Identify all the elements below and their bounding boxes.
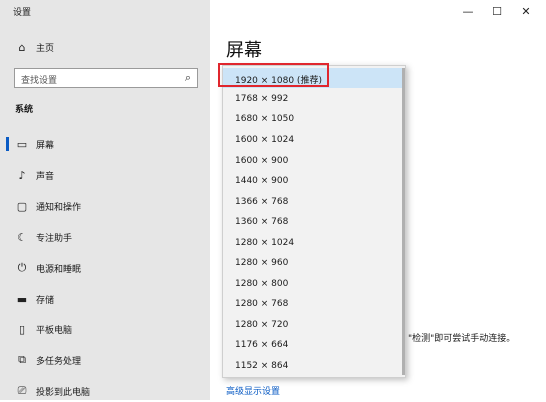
selection-indicator	[6, 137, 9, 151]
resolution-option[interactable]: 1600 × 900	[223, 151, 405, 171]
resolution-dropdown-list[interactable]: 1920 × 1080 (推荐) 1768 × 992 1680 × 1050 …	[222, 65, 406, 378]
maximize-icon[interactable]: ☐	[482, 2, 512, 20]
resolution-option[interactable]: 1176 × 664	[223, 335, 405, 355]
close-icon[interactable]: ✕	[511, 2, 541, 20]
sidebar-item-label: 声音	[36, 172, 55, 182]
option-label: 1280 × 768	[235, 299, 289, 309]
option-label: 1360 × 768	[235, 217, 289, 227]
sidebar-item-notifications[interactable]: ▢ 通知和操作	[0, 195, 210, 217]
display-icon: ▭	[16, 137, 28, 151]
resolution-option[interactable]: 1280 × 960	[223, 253, 405, 273]
search-icon[interactable]: ⌕	[185, 71, 191, 85]
storage-icon: ▬	[16, 292, 28, 306]
resolution-option[interactable]: 1768 × 992	[223, 89, 405, 109]
option-label: 1680 × 1050	[235, 114, 295, 124]
notification-icon: ▢	[16, 199, 28, 213]
sidebar-item-label: 多任务处理	[36, 357, 82, 367]
sidebar-item-label: 专注助手	[36, 234, 73, 244]
sidebar-item-sound[interactable]: ♪ 声音	[0, 164, 210, 186]
minimize-icon[interactable]: —	[453, 2, 483, 20]
sidebar-item-label: 存储	[36, 296, 55, 306]
option-label: 1600 × 1024	[235, 135, 295, 145]
sidebar: 设置 ⌂ 主页 查找设置 ⌕ 系统 ▭ 屏幕 ♪ 声音 ▢ 通知和操作 ☾ 专注…	[0, 0, 210, 400]
sidebar-item-power[interactable]: ⏻ 电源和睡眠	[0, 257, 210, 279]
sidebar-item-multitask[interactable]: ⧉ 多任务处理	[0, 349, 210, 371]
sidebar-item-project[interactable]: ⎚ 投影到此电脑	[0, 380, 210, 402]
highlight-annotation-box	[218, 63, 329, 87]
option-label: 1280 × 1024	[235, 238, 295, 248]
project-icon: ⎚	[17, 384, 27, 397]
resolution-option[interactable]: 1280 × 1024	[223, 233, 405, 253]
option-label: 1440 × 900	[235, 176, 289, 186]
advanced-display-settings-link[interactable]: 高级显示设置	[226, 384, 280, 397]
page-title: 屏幕	[226, 40, 262, 61]
option-label: 1280 × 720	[235, 320, 289, 330]
power-icon: ⏻	[17, 261, 27, 274]
sidebar-item-label: 屏幕	[36, 141, 55, 151]
sidebar-item-label: 平板电脑	[36, 326, 73, 336]
resolution-option[interactable]: 1366 × 768	[223, 192, 405, 212]
option-label: 1768 × 992	[235, 94, 289, 104]
resolution-option[interactable]: 1280 × 800	[223, 274, 405, 294]
home-icon: ⌂	[18, 40, 26, 54]
multitask-icon: ⧉	[18, 353, 26, 366]
sidebar-item-focus[interactable]: ☾ 专注助手	[0, 226, 210, 248]
option-label: 1280 × 960	[235, 258, 289, 268]
sidebar-item-tablet[interactable]: ▯ 平板电脑	[0, 318, 210, 340]
search-input[interactable]: 查找设置 ⌕	[14, 68, 198, 88]
resolution-option[interactable]: 1680 × 1050	[223, 109, 405, 129]
sidebar-item-label: 通知和操作	[36, 203, 82, 213]
detect-hint-text: "检测"即可尝试手动连接。	[408, 334, 516, 344]
resolution-option[interactable]: 1280 × 768	[223, 294, 405, 314]
option-label: 1152 × 864	[235, 361, 289, 371]
resolution-option[interactable]: 1600 × 1024	[223, 130, 405, 150]
option-label: 1280 × 800	[235, 279, 289, 289]
resolution-option[interactable]: 1152 × 864	[223, 356, 405, 376]
sidebar-item-display[interactable]: ▭ 屏幕	[0, 133, 210, 155]
sound-icon: ♪	[18, 168, 26, 182]
window-title: 设置	[13, 8, 32, 18]
option-label: 1366 × 768	[235, 197, 289, 207]
moon-icon: ☾	[17, 230, 27, 244]
sidebar-item-label: 主页	[36, 44, 55, 54]
section-title: 系统	[15, 105, 34, 115]
sidebar-item-label: 投影到此电脑	[36, 388, 91, 398]
resolution-option[interactable]: 1280 × 720	[223, 315, 405, 335]
option-label: 1600 × 900	[235, 156, 289, 166]
tablet-icon: ▯	[18, 322, 26, 336]
sidebar-item-storage[interactable]: ▬ 存储	[0, 288, 210, 310]
sidebar-item-home[interactable]: ⌂ 主页	[0, 36, 210, 58]
resolution-option[interactable]: 1360 × 768	[223, 212, 405, 232]
resolution-option[interactable]: 1440 × 900	[223, 171, 405, 191]
option-label: 1176 × 664	[235, 340, 289, 350]
settings-window: 设置 ⌂ 主页 查找设置 ⌕ 系统 ▭ 屏幕 ♪ 声音 ▢ 通知和操作 ☾ 专注…	[0, 0, 546, 400]
search-placeholder: 查找设置	[21, 76, 58, 86]
dropdown-scrollbar[interactable]	[402, 68, 405, 375]
sidebar-item-label: 电源和睡眠	[36, 265, 82, 275]
